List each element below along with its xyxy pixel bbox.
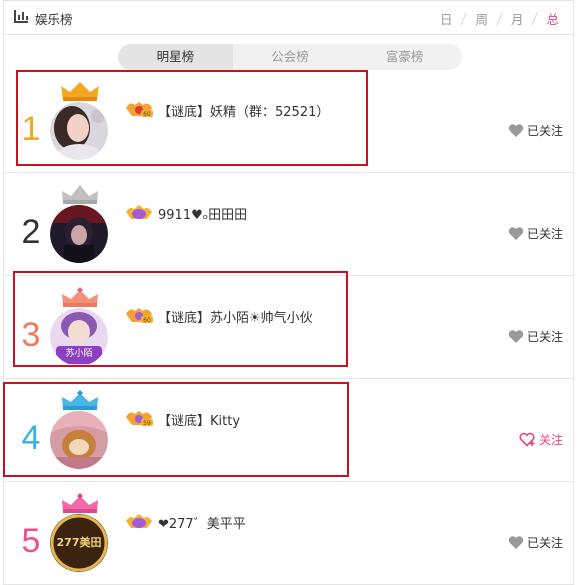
add-follow-heart-icon xyxy=(519,432,535,447)
period-day[interactable]: 日 xyxy=(440,9,453,28)
heart-icon xyxy=(508,330,524,343)
highlight-box xyxy=(3,382,349,477)
follow-button[interactable]: 已关注 xyxy=(508,122,563,139)
follow-label: 已关注 xyxy=(526,124,563,138)
period-divider xyxy=(531,11,539,26)
heart-icon xyxy=(508,536,524,549)
leaderboard-title: 娱乐榜 xyxy=(35,12,73,27)
follow-label: 已关注 xyxy=(526,536,563,550)
follow-button[interactable]: 关注 xyxy=(519,431,563,448)
period-week[interactable]: 周 xyxy=(475,9,488,28)
avatar[interactable]: 277美田 xyxy=(50,514,108,572)
period-total[interactable]: 总 xyxy=(546,9,559,28)
bar-chart-icon xyxy=(14,10,28,23)
period-switcher: 日 周 月 总 xyxy=(440,9,559,28)
svg-text:277美田: 277美田 xyxy=(57,535,102,549)
heart-icon xyxy=(508,227,524,240)
leaderboard-header: 娱乐榜 日 周 月 总 xyxy=(4,1,573,35)
ranking-tabs: 明星榜 公会榜 富豪榜 xyxy=(118,44,462,70)
level-badge-icon xyxy=(126,205,152,219)
period-divider xyxy=(460,11,468,26)
follow-label: 已关注 xyxy=(526,330,563,344)
follow-label: 关注 xyxy=(538,433,563,447)
rank-number: 5 xyxy=(21,522,41,560)
list-item[interactable]: 2 9911♥ₒ田田田 已关注 xyxy=(4,173,573,276)
rank-number: 2 xyxy=(21,213,41,251)
tab-guild[interactable]: 公会榜 xyxy=(233,44,348,70)
list-item[interactable]: 5 277美田 ❤277゛美平平 已关注 xyxy=(4,482,573,585)
period-month[interactable]: 月 xyxy=(511,9,524,28)
follow-label: 已关注 xyxy=(526,227,563,241)
highlight-box xyxy=(16,70,368,166)
avatar[interactable] xyxy=(50,205,108,263)
user-name[interactable]: ❤277゛美平平 xyxy=(158,513,246,532)
tab-rich[interactable]: 富豪榜 xyxy=(347,44,462,70)
heart-icon xyxy=(508,124,524,137)
tab-star[interactable]: 明星榜 xyxy=(118,44,233,70)
period-divider xyxy=(496,11,503,26)
crown-icon xyxy=(62,493,98,513)
user-name[interactable]: 9911♥ₒ田田田 xyxy=(158,204,247,223)
level-badge-icon xyxy=(126,514,152,528)
follow-button[interactable]: 已关注 xyxy=(508,328,563,345)
follow-button[interactable]: 已关注 xyxy=(508,534,563,551)
follow-button[interactable]: 已关注 xyxy=(508,225,563,242)
highlight-box xyxy=(13,271,348,367)
crown-icon xyxy=(62,185,98,204)
